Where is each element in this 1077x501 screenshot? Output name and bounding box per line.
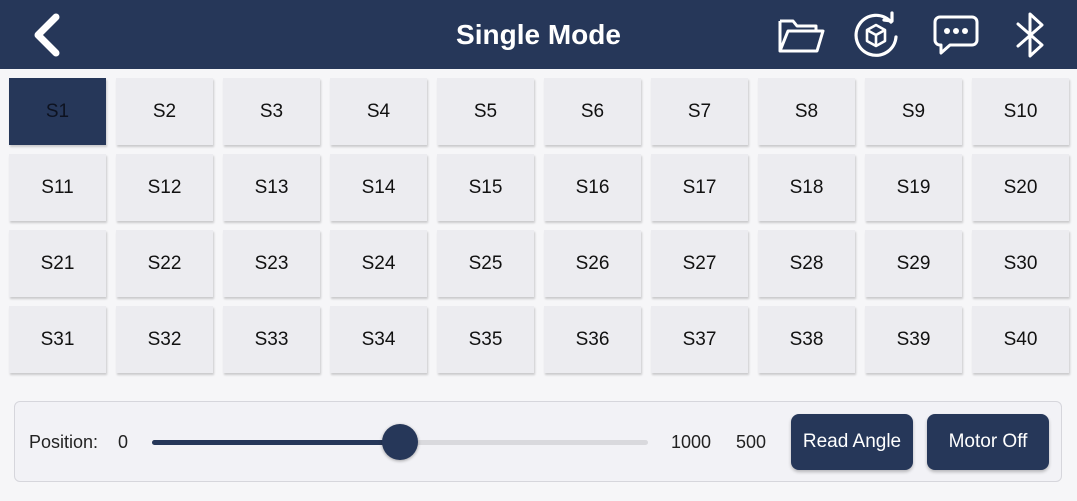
servo-button-s2[interactable]: S2 [116,78,213,145]
servo-button-s17[interactable]: S17 [651,154,748,221]
read-angle-button[interactable]: Read Angle [791,414,913,470]
position-slider[interactable] [152,424,648,460]
servo-button-s22[interactable]: S22 [116,230,213,297]
servo-button-s33[interactable]: S33 [223,306,320,373]
motor-off-button[interactable]: Motor Off [927,414,1049,470]
position-slider-fill [152,440,400,445]
servo-button-s5[interactable]: S5 [437,78,534,145]
servo-button-s26[interactable]: S26 [544,230,641,297]
servo-button-s7[interactable]: S7 [651,78,748,145]
servo-button-s14[interactable]: S14 [330,154,427,221]
servo-button-s27[interactable]: S27 [651,230,748,297]
servo-button-s1[interactable]: S1 [9,78,106,145]
folder-button[interactable] [775,9,827,61]
servo-button-s38[interactable]: S38 [758,306,855,373]
servo-button-s6[interactable]: S6 [544,78,641,145]
servo-button-s25[interactable]: S25 [437,230,534,297]
position-panel: Position: 0 1000 500 Read Angle Motor Of… [14,401,1062,482]
position-min: 0 [118,432,129,452]
servo-button-s10[interactable]: S10 [972,78,1069,145]
servo-button-s24[interactable]: S24 [330,230,427,297]
servo-button-s30[interactable]: S30 [972,230,1069,297]
position-value: 500 [736,432,767,452]
servo-button-s35[interactable]: S35 [437,306,534,373]
servo-button-s39[interactable]: S39 [865,306,962,373]
servo-button-s28[interactable]: S28 [758,230,855,297]
servo-grid: S1 S2 S3 S4 S5 S6 S7 S8 S9 S10 S11 S12 S13 S14 S15 S16 S… [9,78,1069,373]
servo-button-s15[interactable]: S15 [437,154,534,221]
position-max: 1000 [671,432,712,452]
servo-button-s13[interactable]: S13 [223,154,320,221]
servo-button-s40[interactable]: S40 [972,306,1069,373]
chat-button[interactable] [930,9,982,61]
page-title: Single Mode [456,18,621,50]
top-bar: Single Mode [0,0,1077,69]
servo-button-s9[interactable]: S9 [865,78,962,145]
servo-button-s21[interactable]: S21 [9,230,106,297]
folder-icon [778,19,825,53]
bluetooth-icon [1016,12,1044,58]
position-label: Position: [29,432,99,452]
servo-button-s19[interactable]: S19 [865,154,962,221]
chat-icon [933,15,979,55]
servo-button-s36[interactable]: S36 [544,306,641,373]
position-slider-thumb[interactable] [382,424,418,460]
servo-button-s16[interactable]: S16 [544,154,641,221]
servo-button-s11[interactable]: S11 [9,154,106,221]
servo-button-s37[interactable]: S37 [651,306,748,373]
servo-button-s8[interactable]: S8 [758,78,855,145]
back-arrow-icon [34,13,60,57]
servo-button-s3[interactable]: S3 [223,78,320,145]
servo-button-s31[interactable]: S31 [9,306,106,373]
bluetooth-button[interactable] [1004,9,1056,61]
servo-button-s29[interactable]: S29 [865,230,962,297]
servo-button-s34[interactable]: S34 [330,306,427,373]
servo-button-s32[interactable]: S32 [116,306,213,373]
reset-cube-icon [854,11,898,57]
back-button[interactable] [22,8,72,62]
reset-button[interactable] [850,9,902,61]
servo-button-s12[interactable]: S12 [116,154,213,221]
servo-button-s23[interactable]: S23 [223,230,320,297]
servo-button-s4[interactable]: S4 [330,78,427,145]
servo-button-s18[interactable]: S18 [758,154,855,221]
servo-button-s20[interactable]: S20 [972,154,1069,221]
